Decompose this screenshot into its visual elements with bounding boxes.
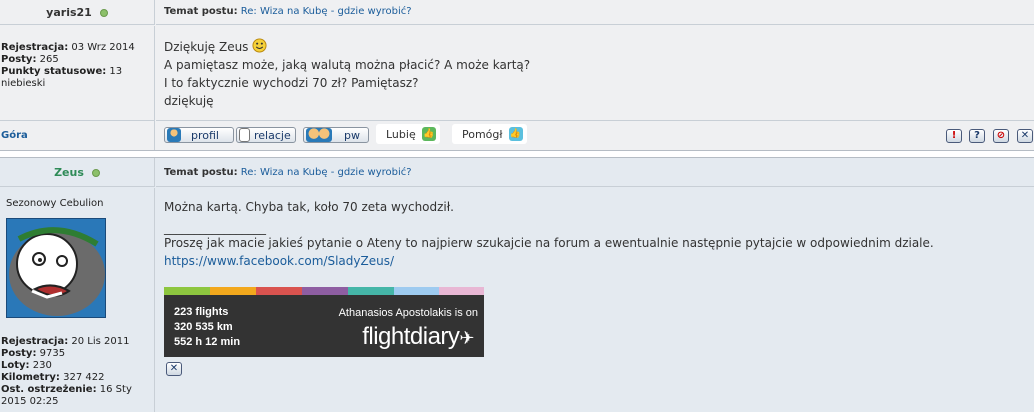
post-body: Można kartą. Chyba tak, koło 70 zeta wyc… (164, 200, 454, 214)
facebook-link[interactable]: https://www.facebook.com/SladyZeus/ (164, 254, 394, 268)
users-icon (306, 128, 332, 142)
flightdiary-logo: flightdiary✈ (362, 323, 474, 350)
avatar[interactable] (6, 218, 106, 318)
post-body: Dziękuję Zeus A pamiętasz może, jaką wal… (164, 38, 531, 108)
helped-button[interactable]: Pomógł 👍 (452, 124, 527, 144)
report-icon[interactable]: ! (946, 129, 962, 143)
post-2-topic-header: Temat postu: Re: Wiza na Kubę - gdzie wy… (156, 158, 1034, 187)
smiley-icon (252, 38, 267, 53)
help-icon[interactable]: ? (969, 129, 985, 143)
private-message-button[interactable]: pw (303, 127, 369, 143)
user-stats: Rejestracja: 20 Lis 2011 Posty: 9735 Lot… (1, 336, 132, 407)
post-2-author-header: Zeus (0, 158, 155, 187)
user-rank: Sezonowy Cebulion (6, 198, 104, 209)
back-to-top-link[interactable]: Góra (1, 130, 28, 141)
flightdiary-owner: Athanasios Apostolakis is on (338, 307, 478, 319)
thumbs-up-icon: 👍 (421, 127, 436, 141)
online-status-icon (99, 9, 108, 17)
post-2-author-info: Sezonowy Cebulion Rejestracja: 20 Lis 20… (0, 188, 155, 412)
topic-title-link[interactable]: Re: Wiza na Kubę - gdzie wyrobić? (241, 6, 412, 17)
document-icon (239, 128, 250, 142)
topic-label: Temat postu: (164, 167, 238, 178)
online-status-icon (91, 169, 100, 177)
post-1-topic-header: Temat postu: Re: Wiza na Kubę - gdzie wy… (156, 0, 1034, 25)
signature-rule: _________________ (164, 221, 266, 235)
topic-label: Temat postu: (164, 6, 238, 17)
zeus-avatar-icon (7, 219, 105, 317)
post-separator (0, 150, 1034, 158)
thumbs-up-blue-icon: 👍 (508, 127, 523, 141)
post-1-toolbar: profil relacje pw Lubię 👍 Pomógł 👍 ! ? ⊘… (156, 120, 1034, 150)
post-1-footer-left: Góra (0, 120, 155, 150)
user-icon (167, 128, 181, 142)
signature: Proszę jak macie jakieś pytanie o Ateny … (164, 236, 934, 268)
post-1-author-info: Rejestracja: 03 Wrz 2014 Posty: 265 Punk… (0, 26, 155, 120)
profile-button[interactable]: profil (164, 127, 234, 143)
flightdiary-banner[interactable]: 223 flights 320 535 km 552 h 12 min Atha… (164, 287, 484, 357)
username[interactable]: yaris21 (46, 6, 92, 19)
post-1-author-header: yaris21 (0, 0, 155, 25)
post-2-content: Można kartą. Chyba tak, koło 70 zeta wyc… (156, 188, 1034, 412)
airplane-icon: ✈ (459, 328, 474, 348)
delete-icon[interactable]: ✕ (1017, 129, 1033, 143)
topic-title-link[interactable]: Re: Wiza na Kubę - gdzie wyrobić? (241, 167, 412, 178)
user-stats: Rejestracja: 03 Wrz 2014 Posty: 265 Punk… (1, 42, 135, 89)
flight-stats: 223 flights 320 535 km 552 h 12 min (174, 306, 241, 348)
like-button[interactable]: Lubię 👍 (376, 124, 440, 144)
relations-button[interactable]: relacje (236, 127, 296, 143)
username[interactable]: Zeus (54, 166, 84, 179)
close-icon[interactable]: ✕ (166, 362, 182, 376)
ban-icon[interactable]: ⊘ (993, 129, 1009, 143)
post-1-content: Dziękuję Zeus A pamiętasz może, jaką wal… (156, 26, 1034, 120)
